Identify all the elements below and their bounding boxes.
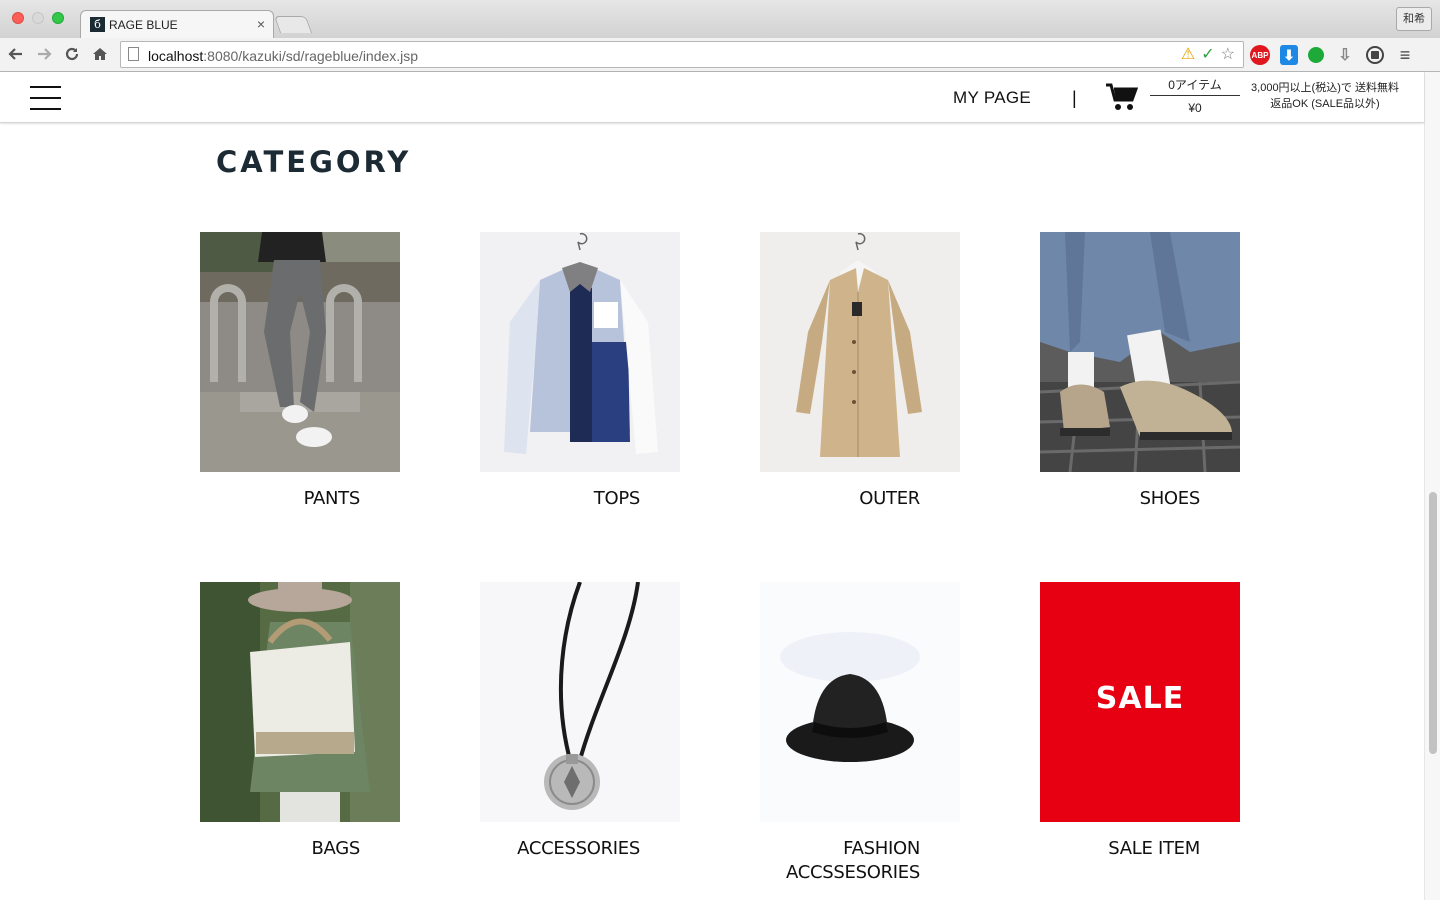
minimize-window-button[interactable] [32, 12, 44, 24]
tab-title: RAGE BLUE [109, 18, 178, 32]
reload-icon[interactable] [62, 44, 82, 64]
page-title: CATEGORY [216, 145, 412, 179]
address-bar[interactable]: localhost:8080/kazuki/sd/rageblue/index.… [120, 41, 1244, 68]
cart-divider [1150, 95, 1240, 96]
category-label-bags[interactable]: BAGS [120, 837, 360, 861]
warning-icon[interactable]: ⚠ [1181, 45, 1195, 65]
browser-tab[interactable]: б RAGE BLUE × [80, 10, 274, 38]
category-image-sale[interactable]: SALE [1040, 582, 1240, 822]
category-image-tops[interactable] [480, 232, 680, 472]
adblock-icon[interactable]: ABP [1250, 45, 1270, 65]
category-image-shoes[interactable] [1040, 232, 1240, 472]
hamburger-menu-icon[interactable] [30, 85, 61, 110]
download-icon[interactable]: ⬇ [1280, 45, 1298, 65]
sale-banner-text: SALE [1096, 681, 1184, 716]
category-label-pants[interactable]: PANTS [120, 487, 361, 511]
my-page-link[interactable]: MY PAGE [953, 88, 1031, 108]
category-label-fashion-accessories[interactable]: FASHION ACCSSESORIES [680, 837, 920, 885]
profile-button[interactable]: 和希 [1396, 7, 1432, 31]
category-label-sale-item[interactable]: SALE ITEM [960, 837, 1200, 861]
browser-toolbar: localhost:8080/kazuki/sd/rageblue/index.… [0, 38, 1440, 72]
category-image-outer[interactable] [760, 232, 960, 472]
cart-item-count[interactable]: 0アイテム [1150, 76, 1240, 93]
category-image-fashion-accessories[interactable] [760, 582, 960, 822]
browser-tabstrip: б RAGE BLUE × 和希 [0, 0, 1440, 38]
category-label-outer[interactable]: OUTER [680, 487, 920, 511]
tab-close-icon[interactable]: × [257, 16, 265, 32]
extension-icon[interactable]: ⇩ [1334, 44, 1356, 66]
browser-menu-icon[interactable]: ≡ [1394, 44, 1416, 66]
cart-icon[interactable] [1106, 83, 1138, 111]
site-header: MY PAGE | 0アイテム ¥0 3,000円以上(税込)で 送料無料 返品… [0, 72, 1424, 123]
favicon-icon: б [90, 17, 105, 32]
shipping-note: 3,000円以上(税込)で 送料無料 返品OK (SALE品以外) [1251, 82, 1399, 110]
header-divider: | [1072, 88, 1077, 108]
page-icon [128, 47, 139, 61]
category-label-accessories[interactable]: ACCESSORIES [400, 837, 640, 861]
page-scrollbar[interactable] [1424, 72, 1440, 900]
cart-total[interactable]: ¥0 [1150, 101, 1240, 115]
scrollbar-thumb[interactable] [1429, 492, 1437, 754]
maximize-window-button[interactable] [52, 12, 64, 24]
category-image-pants[interactable] [200, 232, 400, 472]
category-label-shoes[interactable]: SHOES [960, 487, 1201, 511]
category-image-accessories[interactable] [480, 582, 680, 822]
category-image-bags[interactable] [200, 582, 400, 822]
close-window-button[interactable] [12, 12, 24, 24]
bookmark-star-icon[interactable]: ☆ [1221, 45, 1235, 65]
category-label-tops[interactable]: TOPS [400, 487, 641, 511]
new-tab-button[interactable] [273, 16, 313, 33]
back-icon[interactable] [6, 44, 26, 64]
home-icon[interactable] [90, 44, 110, 64]
record-icon[interactable] [1366, 46, 1384, 64]
translate-check-icon[interactable]: ✓ [1201, 45, 1214, 65]
chat-bubble-icon[interactable] [1308, 47, 1324, 63]
url-text[interactable]: localhost:8080/kazuki/sd/rageblue/index.… [148, 48, 418, 64]
forward-icon[interactable] [34, 44, 54, 64]
